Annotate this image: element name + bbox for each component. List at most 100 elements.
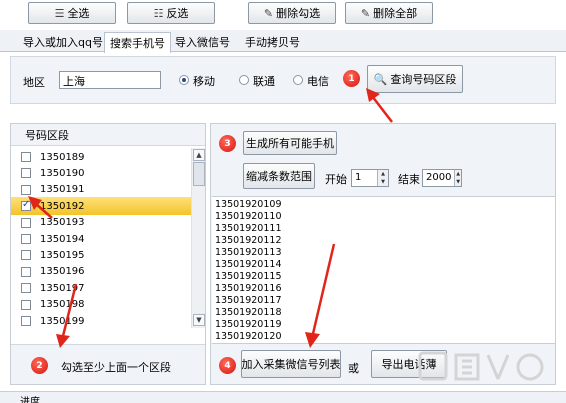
radio-mobile-label: 移动: [193, 75, 215, 88]
phone-item: 13501920119: [215, 319, 282, 330]
segment-checkbox[interactable]: [21, 250, 31, 261]
tab-import-wechat[interactable]: 导入微信号: [170, 32, 235, 52]
segment-checkbox[interactable]: [21, 316, 31, 326]
segment-panel: 号码区段 1350189 1350190 1350191 1350192 1350193…: [10, 123, 206, 385]
segment-code: 1350197: [40, 282, 85, 294]
phone-item: 13501920117: [215, 295, 282, 306]
eraser-icon: ✎: [360, 6, 371, 20]
start-stepper[interactable]: 1 ▲ ▼: [351, 169, 389, 187]
segment-code: 1350195: [40, 249, 85, 261]
segment-code: 1350191: [40, 184, 85, 196]
filter-panel: 地区 上海 移动 联通 电信 1 🔍 查询号码区段: [10, 56, 556, 104]
scroll-thumb[interactable]: [193, 162, 205, 186]
segment-checkbox[interactable]: [21, 266, 31, 277]
invert-selection-button[interactable]: ☷ 反选: [127, 2, 215, 24]
segment-checkbox[interactable]: [21, 168, 31, 179]
invert-icon: ☷: [153, 6, 164, 20]
watermark-logo: [418, 351, 544, 381]
segment-row[interactable]: 1350194: [11, 230, 191, 248]
segment-row[interactable]: 1350197: [11, 279, 191, 297]
add-to-wechat-list-button[interactable]: 加入采集微信号列表: [241, 350, 341, 378]
stepper-up-icon[interactable]: ▲: [455, 170, 461, 178]
segment-row[interactable]: 1350199: [11, 312, 191, 328]
tab-bar: 导入或加入qq号 搜索手机号 导入微信号 手动拷贝号: [0, 30, 566, 53]
segment-hint: 勾选至少上面一个区段: [61, 361, 171, 374]
shrink-range-button[interactable]: 缩减条数范围: [243, 163, 315, 189]
segment-row[interactable]: 1350195: [11, 246, 191, 264]
end-value: 2000: [426, 172, 452, 183]
scroll-down-icon[interactable]: ▼: [193, 314, 205, 326]
stepper-down-icon[interactable]: ▼: [378, 178, 388, 186]
segment-checkbox[interactable]: [21, 283, 31, 294]
segment-checkbox[interactable]: [21, 234, 31, 244]
phone-item: 13501920115: [215, 271, 282, 282]
delete-checked-button[interactable]: ✎ 删除勾选: [248, 2, 336, 24]
segment-code: 1350192: [40, 200, 85, 212]
phone-item: 13501920118: [215, 307, 282, 318]
generate-phones-button[interactable]: 生成所有可能手机: [243, 131, 337, 155]
segment-code: 1350199: [40, 315, 85, 327]
segment-row[interactable]: 1350192: [11, 197, 191, 216]
radio-unicom[interactable]: [239, 75, 249, 85]
segment-code: 1350189: [40, 151, 85, 163]
query-segments-button[interactable]: 🔍 查询号码区段: [367, 65, 463, 93]
segment-checkbox[interactable]: [21, 184, 31, 195]
radio-telecom-label: 电信: [307, 75, 329, 88]
segment-code: 1350193: [40, 217, 85, 229]
segment-checkbox[interactable]: [21, 199, 31, 212]
segment-header: 号码区段: [11, 124, 205, 146]
segment-row[interactable]: 1350193: [11, 214, 191, 232]
toolbar: ☰ 全选 ☷ 反选 ✎ 删除勾选 ✎ 删除全部: [0, 0, 566, 30]
status-bar: 进度: [0, 391, 566, 403]
segment-checkbox[interactable]: [21, 152, 31, 162]
phone-list[interactable]: 13501920109 13501920110 13501920111 1350192…: [212, 196, 555, 344]
tab-manual-copy[interactable]: 手动拷贝号: [240, 32, 305, 52]
segment-footer: 2 勾选至少上面一个区段: [11, 344, 205, 384]
radio-mobile[interactable]: [179, 75, 189, 85]
phone-item: 13501920120: [215, 331, 282, 342]
eraser-icon: ✎: [263, 6, 274, 20]
segment-row[interactable]: 1350190: [11, 164, 191, 182]
segment-list: 1350189 1350190 1350191 1350192 1350193 13501…: [11, 148, 191, 328]
progress-label: 进度: [20, 397, 40, 403]
segment-checkbox[interactable]: [21, 217, 31, 228]
segment-row[interactable]: 1350198: [11, 296, 191, 314]
step-badge-3: 3: [219, 135, 236, 152]
start-label: 开始: [325, 173, 347, 186]
segment-code: 1350196: [40, 266, 85, 278]
select-all-button[interactable]: ☰ 全选: [28, 2, 116, 24]
segment-scrollbar[interactable]: ▲ ▼: [191, 148, 205, 328]
segment-code: 1350194: [40, 233, 85, 245]
radio-telecom[interactable]: [293, 75, 303, 85]
region-input[interactable]: 上海: [59, 71, 161, 89]
phone-item: 13501920112: [215, 235, 282, 246]
tab-search-phone[interactable]: 搜索手机号: [104, 32, 171, 53]
phone-item: 13501920109: [215, 199, 282, 210]
segment-code: 1350198: [40, 299, 85, 311]
phone-item: 13501920110: [215, 211, 282, 222]
step-badge-1: 1: [343, 70, 360, 87]
stepper-up-icon[interactable]: ▲: [378, 170, 388, 178]
search-document-icon: 🔍: [373, 72, 388, 86]
phone-item: 13501920114: [215, 259, 282, 270]
end-stepper[interactable]: 2000 ▲ ▼: [422, 169, 462, 187]
segment-code: 1350190: [40, 167, 85, 179]
scroll-up-icon[interactable]: ▲: [193, 149, 205, 161]
stepper-down-icon[interactable]: ▼: [455, 178, 461, 186]
segment-row[interactable]: 1350191: [11, 181, 191, 199]
segment-row[interactable]: 1350196: [11, 263, 191, 281]
segment-row[interactable]: 1350189: [11, 148, 191, 166]
step-badge-4: 4: [219, 357, 236, 374]
radio-unicom-label: 联通: [253, 75, 275, 88]
select-all-icon: ☰: [54, 6, 65, 20]
or-label: 或: [348, 362, 359, 375]
phone-item: 13501920116: [215, 283, 282, 294]
tab-import-qq[interactable]: 导入或加入qq号: [18, 32, 108, 52]
start-value: 1: [355, 172, 362, 183]
segment-checkbox[interactable]: [21, 299, 31, 310]
region-label: 地区: [23, 76, 45, 89]
phone-panel: 3 生成所有可能手机 缩减条数范围 开始 1 ▲ ▼ 结束 2000 ▲ ▼ 1…: [210, 123, 556, 385]
delete-all-button[interactable]: ✎ 删除全部: [345, 2, 433, 24]
phone-item: 13501920111: [215, 223, 282, 234]
end-label: 结束: [398, 173, 420, 186]
